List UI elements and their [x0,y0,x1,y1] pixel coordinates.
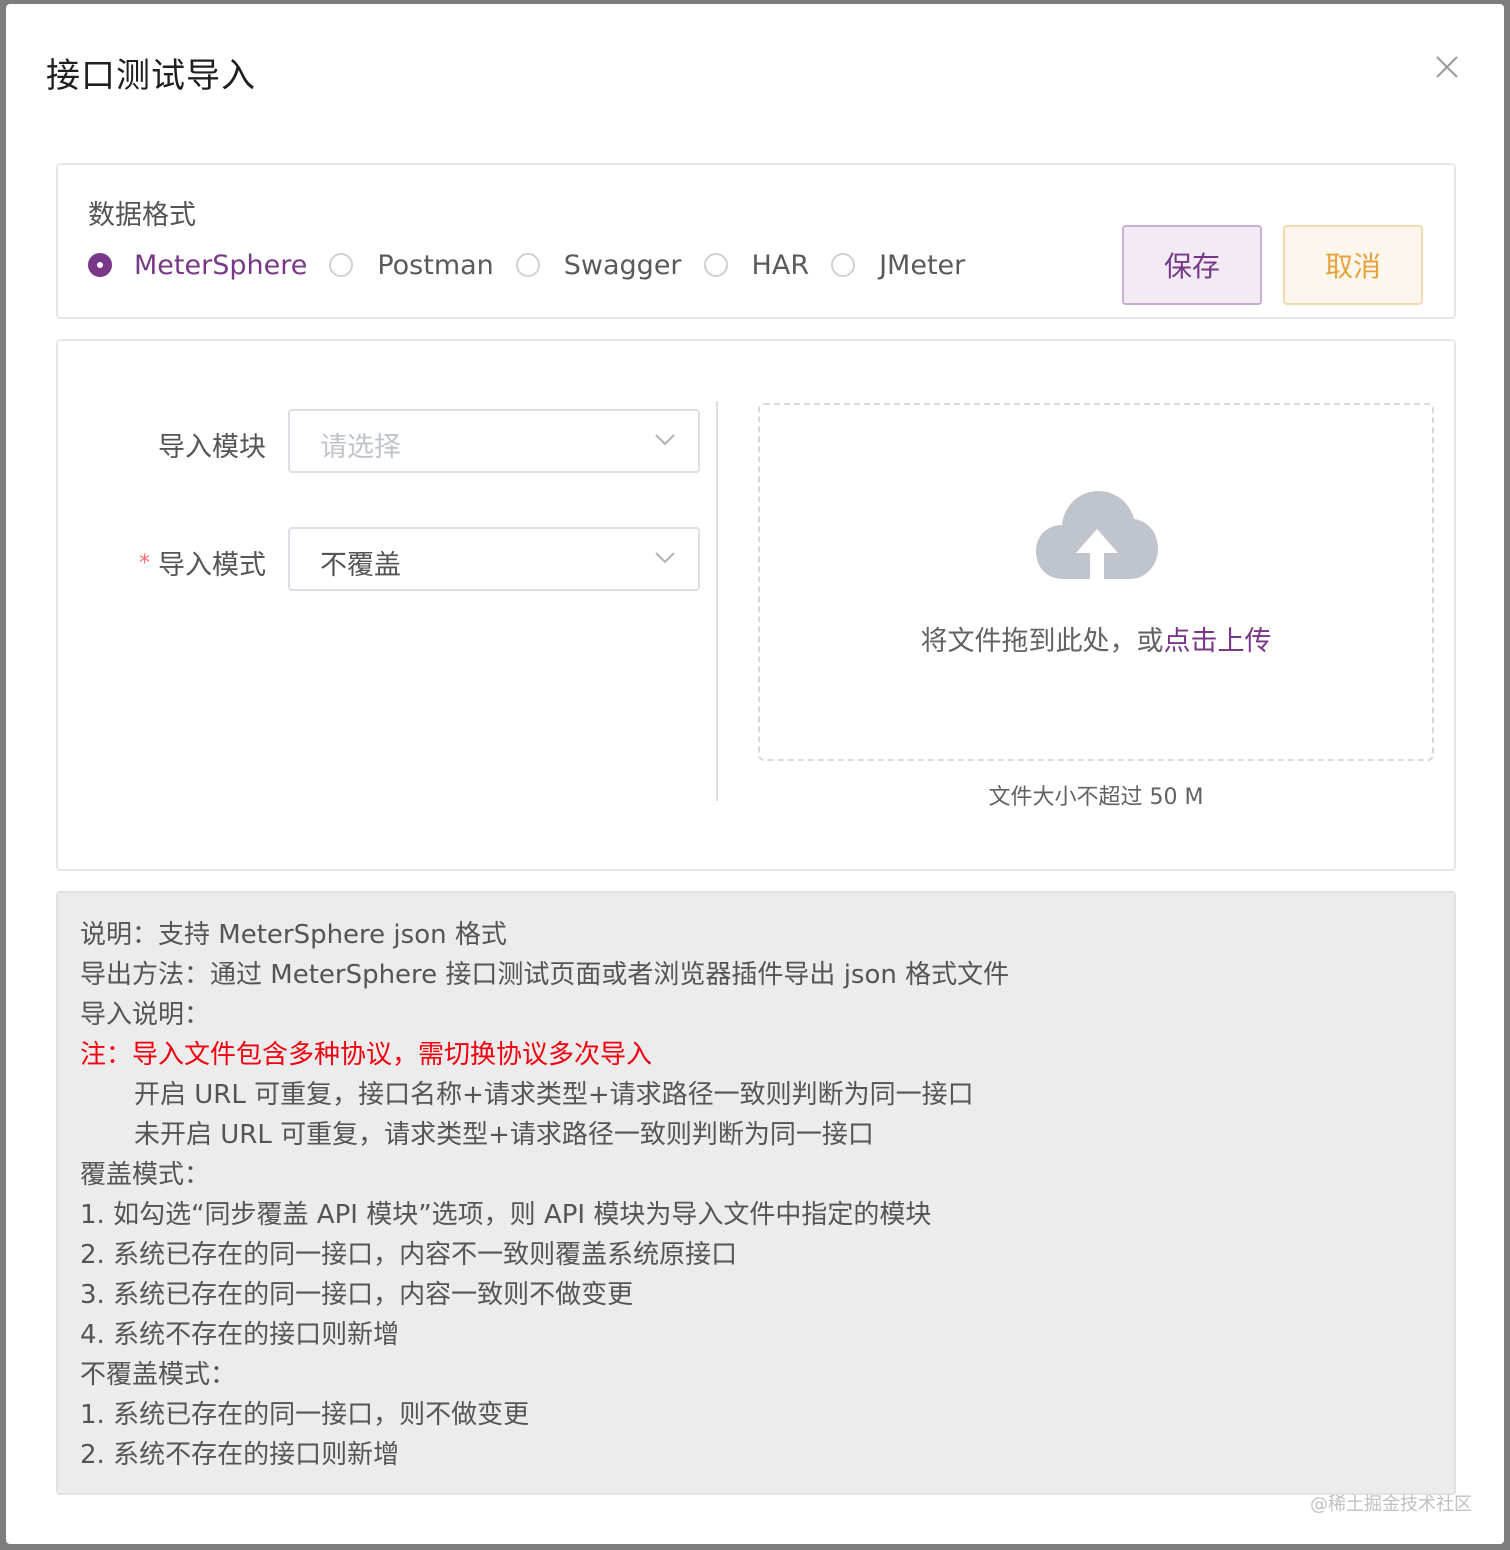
close-icon[interactable] [1434,54,1460,80]
radio-label: Postman [377,249,494,281]
radio-unchecked-icon [703,253,728,277]
dialog-title: 接口测试导入 [46,56,256,96]
format-panel: 数据格式 MeterSphere Postman Swagger HAR JMe… [56,163,1456,319]
note-line: 1. 系统已存在的同一接口，则不做变更 [80,1400,530,1430]
mode-select-value: 不覆盖 [320,550,401,581]
cloud-upload-icon [1036,491,1158,579]
mode-label-wrap: * 导入模式 [66,543,266,582]
mode-select[interactable]: 不覆盖 [288,527,700,591]
upload-tip: 文件大小不超过 50 M [988,785,1204,810]
import-notes: 说明：支持 MeterSphere json 格式导出方法：通过 MeterSp… [56,891,1456,1495]
radio-har[interactable]: HAR [703,249,810,281]
radio-label: MeterSphere [134,249,308,281]
required-mark: * [139,551,150,576]
save-button[interactable]: 保存 [1122,225,1262,305]
upload-link[interactable]: 点击上传 [1164,626,1272,657]
chevron-down-icon [655,434,675,446]
radio-checked-icon [88,253,112,277]
format-radio-group: MeterSphere Postman Swagger HAR JMeter [88,245,987,285]
radio-label: JMeter [879,249,966,281]
radio-unchecked-icon [329,253,354,277]
note-line: 说明：支持 MeterSphere json 格式 [80,920,507,950]
module-label: 导入模块 [158,432,266,463]
note-line: 注：导入文件包含多种协议，需切换协议多次导入 [80,1040,653,1070]
chevron-down-icon [655,552,675,564]
format-label: 数据格式 [88,200,196,231]
import-dialog: 接口测试导入 数据格式 MeterSphere Postman Swagger … [6,4,1504,1544]
note-line: 开启 URL 可重复，接口名称+请求类型+请求路径一致则判断为同一接口 [134,1080,974,1110]
radio-postman[interactable]: Postman [329,249,494,281]
vertical-divider [716,401,718,801]
radio-metersphere[interactable]: MeterSphere [88,250,307,281]
watermark: @稀土掘金技术社区 [1310,1494,1472,1515]
radio-label: HAR [751,249,810,281]
radio-label: Swagger [563,249,682,281]
upload-dropzone[interactable]: 将文件拖到此处，或点击上传 [758,403,1434,761]
note-line: 3. 系统已存在的同一接口，内容一致则不做变更 [80,1280,634,1310]
note-line: 导入说明： [80,1000,211,1030]
upload-hint: 将文件拖到此处，或 [920,626,1164,657]
radio-unchecked-icon [831,253,856,277]
note-line: 2. 系统不存在的接口则新增 [80,1440,400,1470]
note-line: 导出方法：通过 MeterSphere 接口测试页面或者浏览器插件导出 json… [80,960,1010,990]
radio-swagger[interactable]: Swagger [515,249,682,281]
notes-list: 说明：支持 MeterSphere json 格式导出方法：通过 MeterSp… [80,915,1009,1475]
import-body-panel: 导入模块 请选择 * 导入模式 不覆盖 将文件拖到此处，或点击上传 文件大小不超过… [56,339,1456,871]
cancel-button[interactable]: 取消 [1283,225,1423,305]
note-line: 未开启 URL 可重复，请求类型+请求路径一致则判断为同一接口 [134,1120,874,1150]
mode-label: 导入模式 [158,550,266,581]
note-line: 覆盖模式： [80,1160,211,1190]
module-select[interactable]: 请选择 [288,409,700,473]
radio-unchecked-icon [515,253,540,277]
radio-jmeter[interactable]: JMeter [831,250,965,281]
note-line: 1. 如勾选“同步覆盖 API 模块”选项，则 API 模块为导入文件中指定的模… [80,1200,932,1230]
note-line: 不覆盖模式： [80,1360,237,1390]
note-line: 4. 系统不存在的接口则新增 [80,1320,400,1350]
note-line: 2. 系统已存在的同一接口，内容不一致则覆盖系统原接口 [80,1240,738,1270]
module-select-placeholder: 请选择 [320,432,401,463]
upload-text: 将文件拖到此处，或点击上传 [760,619,1432,658]
